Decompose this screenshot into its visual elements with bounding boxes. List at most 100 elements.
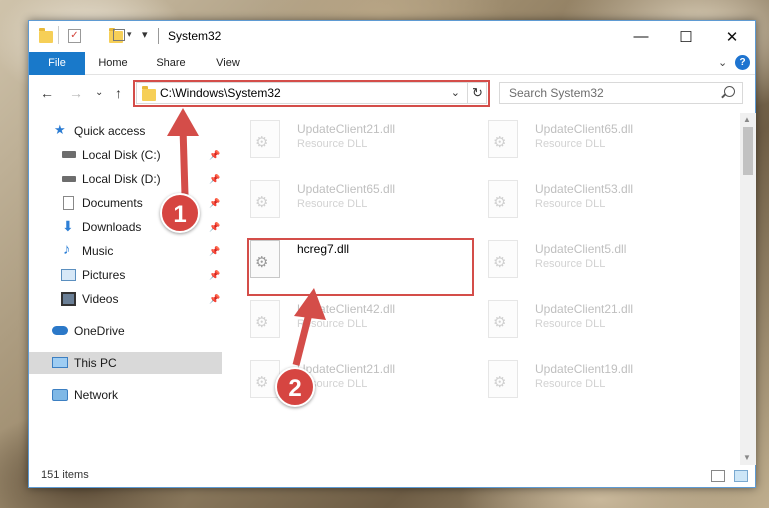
pin-icon[interactable]: 📌 — [209, 294, 220, 305]
document-icon — [63, 196, 74, 210]
file-explorer-window: ✓ ▾ ▾ System32 — ☐ ✕ File Home Share Vie… — [28, 20, 756, 488]
callout-badge-2: 2 — [275, 367, 315, 407]
properties-icon[interactable]: ✓ — [68, 29, 81, 43]
recent-locations-button[interactable]: ⌄ — [95, 87, 103, 98]
tab-home[interactable]: Home — [90, 52, 136, 75]
divider — [158, 28, 159, 44]
computer-icon — [52, 357, 68, 368]
pin-icon[interactable]: 📌 — [209, 246, 220, 257]
file-type: Resource DLL — [297, 318, 368, 330]
maximize-button[interactable]: ☐ — [663, 21, 709, 52]
file-type: Resource DLL — [297, 198, 368, 210]
sidebar-item-network[interactable]: Network — [29, 384, 222, 406]
chevron-down-icon[interactable]: ▾ — [127, 29, 132, 47]
help-icon[interactable]: ? — [735, 55, 750, 70]
pin-icon[interactable]: 📌 — [209, 222, 220, 233]
file-name: UpdateClient42.dll — [297, 302, 396, 316]
tab-share[interactable]: Share — [148, 52, 194, 75]
title-bar: ✓ ▾ ▾ System32 — ☐ ✕ — [29, 21, 755, 52]
sidebar-item-label: Downloads — [82, 220, 142, 234]
scroll-down-icon[interactable]: ▼ — [743, 453, 751, 462]
drive-icon — [62, 151, 76, 158]
sidebar-item-quick-access[interactable]: ★ Quick access — [29, 120, 222, 142]
navigation-pane: ★ Quick access Local Disk (C:) 📌 Local D… — [29, 113, 226, 465]
file-highlight — [247, 238, 474, 296]
sidebar-item-videos[interactable]: Videos 📌 — [29, 288, 222, 310]
sidebar-item-label: Local Disk (C:) — [82, 148, 161, 162]
address-highlight — [133, 80, 490, 107]
tab-file[interactable]: File — [29, 52, 85, 75]
folder-icon — [39, 28, 53, 43]
sidebar-item-label: Network — [74, 388, 119, 402]
file-type: Resource DLL — [297, 138, 368, 150]
file-name: UpdateClient19.dll — [535, 362, 634, 376]
divider — [58, 26, 59, 44]
pin-icon[interactable]: 📌 — [209, 198, 220, 209]
dll-file-icon — [250, 180, 280, 218]
forward-button[interactable]: → — [69, 85, 83, 101]
file-name: UpdateClient21.dll — [535, 302, 634, 316]
pin-icon[interactable]: 📌 — [209, 174, 220, 185]
sidebar-item-music[interactable]: ♪ Music 📌 — [29, 240, 222, 262]
download-icon: ⬇ — [62, 218, 74, 234]
item-count: 151 items — [41, 469, 89, 481]
search-placeholder: Search System32 — [509, 86, 604, 100]
file-type: Resource DLL — [535, 258, 606, 270]
sidebar-item-label: This PC — [74, 356, 117, 370]
file-name: UpdateClient21.dll — [297, 122, 396, 136]
sidebar-item-label: Documents — [82, 196, 143, 210]
cloud-icon — [52, 326, 68, 335]
drive-icon — [62, 176, 76, 182]
expand-ribbon-icon[interactable]: ⌄ — [718, 56, 727, 69]
tab-view[interactable]: View — [205, 52, 251, 75]
dll-file-icon — [488, 240, 518, 278]
minimize-button[interactable]: — — [618, 21, 664, 52]
close-button[interactable]: ✕ — [709, 21, 755, 52]
window-title: System32 — [168, 29, 222, 43]
network-icon — [52, 389, 68, 401]
callout-badge-1: 1 — [160, 193, 200, 233]
back-button[interactable]: ← — [40, 85, 54, 101]
dll-file-icon — [250, 300, 280, 338]
status-bar: 151 items — [29, 465, 755, 487]
file-name: UpdateClient5.dll — [535, 242, 627, 256]
sidebar-item-label: Quick access — [74, 124, 146, 138]
sidebar-item-local-disk-c[interactable]: Local Disk (C:) 📌 — [29, 144, 222, 166]
file-type: Resource DLL — [535, 318, 606, 330]
sidebar-item-local-disk-d[interactable]: Local Disk (D:) 📌 — [29, 168, 222, 190]
search-input[interactable]: Search System32 — [499, 82, 743, 104]
pictures-icon — [61, 269, 76, 281]
file-name: UpdateClient65.dll — [535, 122, 634, 136]
customize-icon[interactable] — [113, 29, 125, 41]
sidebar-item-label: Local Disk (D:) — [82, 172, 161, 186]
details-view-icon[interactable] — [711, 470, 725, 482]
sidebar-item-this-pc[interactable]: This PC — [29, 352, 222, 374]
dll-file-icon — [488, 120, 518, 158]
vertical-scrollbar[interactable]: ▲ ▼ — [740, 113, 756, 465]
file-type: Resource DLL — [535, 198, 606, 210]
large-icons-view-icon[interactable] — [734, 470, 748, 482]
sidebar-item-label: Pictures — [82, 268, 126, 282]
dll-file-icon — [488, 180, 518, 218]
video-icon — [61, 292, 76, 306]
sidebar-item-label: OneDrive — [74, 324, 125, 338]
ribbon-tabs: File Home Share View ⌄ ? — [29, 52, 755, 75]
music-icon: ♪ — [63, 241, 71, 258]
pin-icon[interactable]: 📌 — [209, 270, 220, 281]
file-name: UpdateClient65.dll — [297, 182, 396, 196]
file-type: Resource DLL — [535, 138, 606, 150]
sidebar-item-pictures[interactable]: Pictures 📌 — [29, 264, 222, 286]
scroll-thumb[interactable] — [743, 127, 753, 175]
sidebar-item-label: Videos — [82, 292, 119, 306]
up-button[interactable]: ↑ — [115, 85, 122, 101]
file-name: UpdateClient53.dll — [535, 182, 634, 196]
sidebar-item-onedrive[interactable]: OneDrive — [29, 320, 222, 342]
dll-file-icon — [488, 300, 518, 338]
pin-icon[interactable]: 📌 — [209, 150, 220, 161]
scroll-up-icon[interactable]: ▲ — [743, 115, 751, 124]
sidebar-item-label: Music — [82, 244, 114, 258]
file-name: UpdateClient21.dll — [297, 362, 396, 376]
file-type: Resource DLL — [535, 378, 606, 390]
quick-access-menu-icon[interactable]: ▾ — [142, 28, 148, 46]
search-icon[interactable] — [724, 86, 735, 97]
